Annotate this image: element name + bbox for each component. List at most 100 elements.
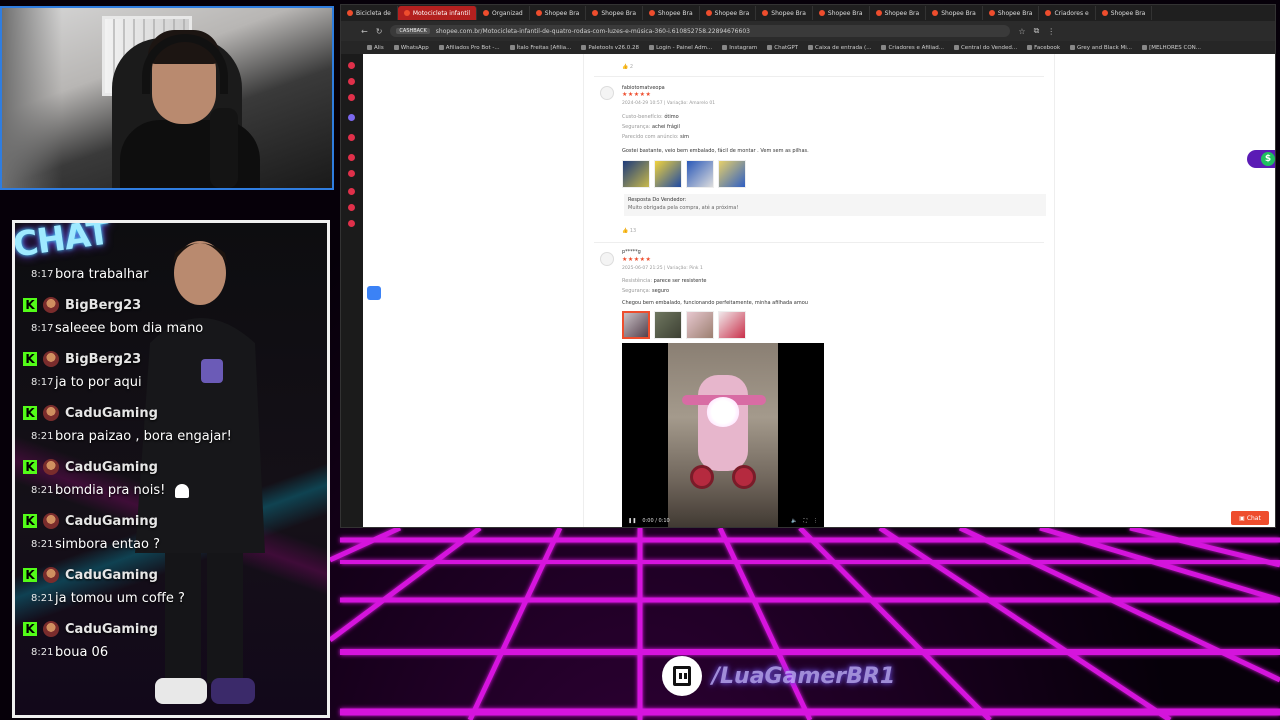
review-photo-thumbnail[interactable] [654, 311, 682, 339]
ghost-emote-icon [175, 483, 190, 498]
review-photo-thumbnail[interactable] [686, 311, 714, 339]
tab-label: Bicicleta de [356, 9, 391, 17]
reviewer-avatar [600, 86, 614, 100]
review-photo-thumbnail[interactable] [686, 160, 714, 188]
browser-tab[interactable]: Bicicleta de [341, 6, 398, 20]
bookmark-item[interactable]: Ítalo Freitas [Afilia... [509, 45, 571, 51]
back-icon[interactable]: ← [361, 27, 368, 36]
reviews-section: 👍 2 fabiotomatveopa ★★★★★ 2024-04-29 10:… [583, 54, 1055, 527]
shopee-chat-button[interactable]: ▣ Chat [1231, 511, 1269, 525]
bookmark-item[interactable]: WhatsApp [393, 45, 429, 51]
browser-tab[interactable]: Shopee Bra [756, 6, 813, 20]
more-options-icon[interactable]: ⋮ [813, 518, 824, 524]
chat-message: 8:21 boua 06 [31, 645, 108, 660]
browser-tab[interactable]: Shopee Bra [530, 6, 587, 20]
bookmark-label: Facebook [1034, 44, 1061, 51]
sidebar-app-icon[interactable] [348, 204, 355, 211]
chat-message-text: ja tomou um coffe ? [55, 591, 185, 606]
likes-count[interactable]: 👍 2 [622, 64, 633, 70]
browser-tab[interactable]: Shopee Bra [643, 6, 700, 20]
chat-timestamp: 8:17 [31, 377, 54, 388]
chat-timestamp: 8:17 [31, 323, 54, 334]
tab-label: Motocicleta infantil [412, 9, 471, 17]
chat-username-row: K CaduGaming [23, 459, 158, 475]
chat-username-row: K CaduGaming [23, 567, 158, 583]
sidebar-app-icon[interactable] [348, 188, 355, 195]
chat-user-avatar [43, 621, 59, 637]
fullscreen-icon[interactable]: ⛶ [803, 518, 807, 524]
browser-tab[interactable]: Motocicleta infantil [397, 6, 478, 20]
bookmark-item[interactable]: Login - Painel Adm... [649, 45, 712, 51]
browser-tab[interactable]: Shopee Bra [586, 6, 643, 20]
chat-logo: CHAT [12, 220, 112, 266]
review-attribute: Segurança: seguro [622, 288, 670, 294]
review-video-thumbnail[interactable] [622, 311, 650, 339]
tab-label: Shopee Bra [544, 9, 580, 17]
review-video-thumbnail[interactable] [622, 160, 650, 188]
bookmark-item[interactable]: ChatGPT [767, 45, 798, 51]
menu-icon[interactable]: ⋮ [1047, 27, 1055, 36]
sidebar-app-icon[interactable] [348, 114, 355, 121]
address-bar: ← ↻ CASHBACK shopee.com.br/Motocicleta-i… [341, 21, 1275, 41]
bookmark-label: [MELHORES CON... [1149, 44, 1202, 51]
bookmark-label: Central do Vended... [960, 44, 1018, 51]
browser-tab[interactable]: Criadores e [1039, 6, 1096, 20]
tab-favicon-icon [818, 10, 825, 16]
reload-icon[interactable]: ↻ [376, 27, 383, 36]
bookmark-item[interactable]: Grey and Black Mi... [1070, 45, 1132, 51]
review-photo-thumbnail[interactable] [718, 160, 746, 188]
extension-float-icon[interactable] [367, 286, 381, 300]
bookmark-label: Afiliados Pro Bot -... [445, 44, 500, 51]
kick-platform-icon: K [23, 514, 37, 528]
video-time: 0:00 / 0:10 [642, 518, 670, 524]
star-icon[interactable]: ☆ [1018, 27, 1025, 36]
sidebar-app-icon[interactable] [348, 220, 355, 227]
bookmark-item[interactable]: Afiliados Pro Bot -... [438, 44, 500, 51]
chat-username: CaduGaming [65, 621, 158, 637]
browser-tab[interactable]: Shopee Bra [870, 6, 927, 20]
review-text: Chegou bem embalado, funcionando perfeit… [622, 300, 808, 306]
tab-favicon-icon [483, 10, 490, 16]
chat-timestamp: 8:17 [31, 269, 54, 280]
sidebar-app-icon[interactable] [348, 170, 355, 177]
extensions-icon[interactable]: ⧉ [1034, 26, 1040, 36]
bookmark-item[interactable]: Alis [367, 45, 384, 51]
chat-message: 8:21 bomdia pra nois! [31, 483, 190, 498]
browser-tab[interactable]: Shopee Bra [983, 6, 1040, 20]
review-photo-thumbnail[interactable] [654, 160, 682, 188]
tab-favicon-icon [403, 10, 410, 16]
bookmark-item[interactable]: Paletools v26.0.28 [581, 45, 639, 51]
dollar-icon: $ [1261, 152, 1275, 166]
volume-icon[interactable]: 🔈 [791, 518, 797, 524]
tab-label: Shopee Bra [941, 9, 976, 17]
bookmark-item[interactable]: Criadores e Afiliad... [881, 45, 944, 51]
chat-username-row: K BigBerg23 [23, 351, 141, 367]
browser-tab[interactable]: Shopee Bra [700, 6, 757, 20]
browser-tab[interactable]: Organizad [477, 6, 530, 20]
sidebar-app-icon[interactable] [348, 94, 355, 101]
sidebar-app-icon[interactable] [348, 134, 355, 141]
cashback-badge[interactable]: CASHBACK [396, 28, 430, 34]
cashback-extension-button[interactable]: $ [1247, 150, 1275, 168]
bookmark-favicon-icon [367, 45, 372, 50]
likes-count[interactable]: 👍 13 [622, 228, 636, 234]
bookmark-item[interactable]: Facebook [1027, 45, 1060, 51]
review-video-player[interactable]: ❚❚ 0:00 / 0:10 🔈 ⛶ ⋮ [622, 343, 824, 527]
tab-label: Shopee Bra [884, 9, 920, 17]
pause-icon[interactable]: ❚❚ [628, 518, 636, 524]
tab-favicon-icon [1045, 10, 1052, 16]
bookmark-item[interactable]: [MELHORES CON... [1142, 45, 1201, 51]
browser-tab[interactable]: Shopee Bra [1096, 6, 1153, 20]
bookmark-item[interactable]: Caixa de entrada (... [808, 45, 871, 51]
tab-label: Shopee Bra [997, 9, 1033, 17]
review-photo-thumbnail[interactable] [718, 311, 746, 339]
browser-tab[interactable]: Shopee Bra [926, 6, 983, 20]
url-input[interactable]: CASHBACK shopee.com.br/Motocicleta-infan… [390, 25, 1011, 37]
sidebar-app-icon[interactable] [348, 154, 355, 161]
bookmark-item[interactable]: Central do Vended... [953, 44, 1018, 51]
sidebar-app-icon[interactable] [348, 62, 355, 69]
sidebar-app-icon[interactable] [348, 78, 355, 85]
bookmark-item[interactable]: Instagram [722, 45, 757, 51]
tab-label: Shopee Bra [658, 9, 693, 17]
browser-tab[interactable]: Shopee Bra [813, 6, 870, 20]
